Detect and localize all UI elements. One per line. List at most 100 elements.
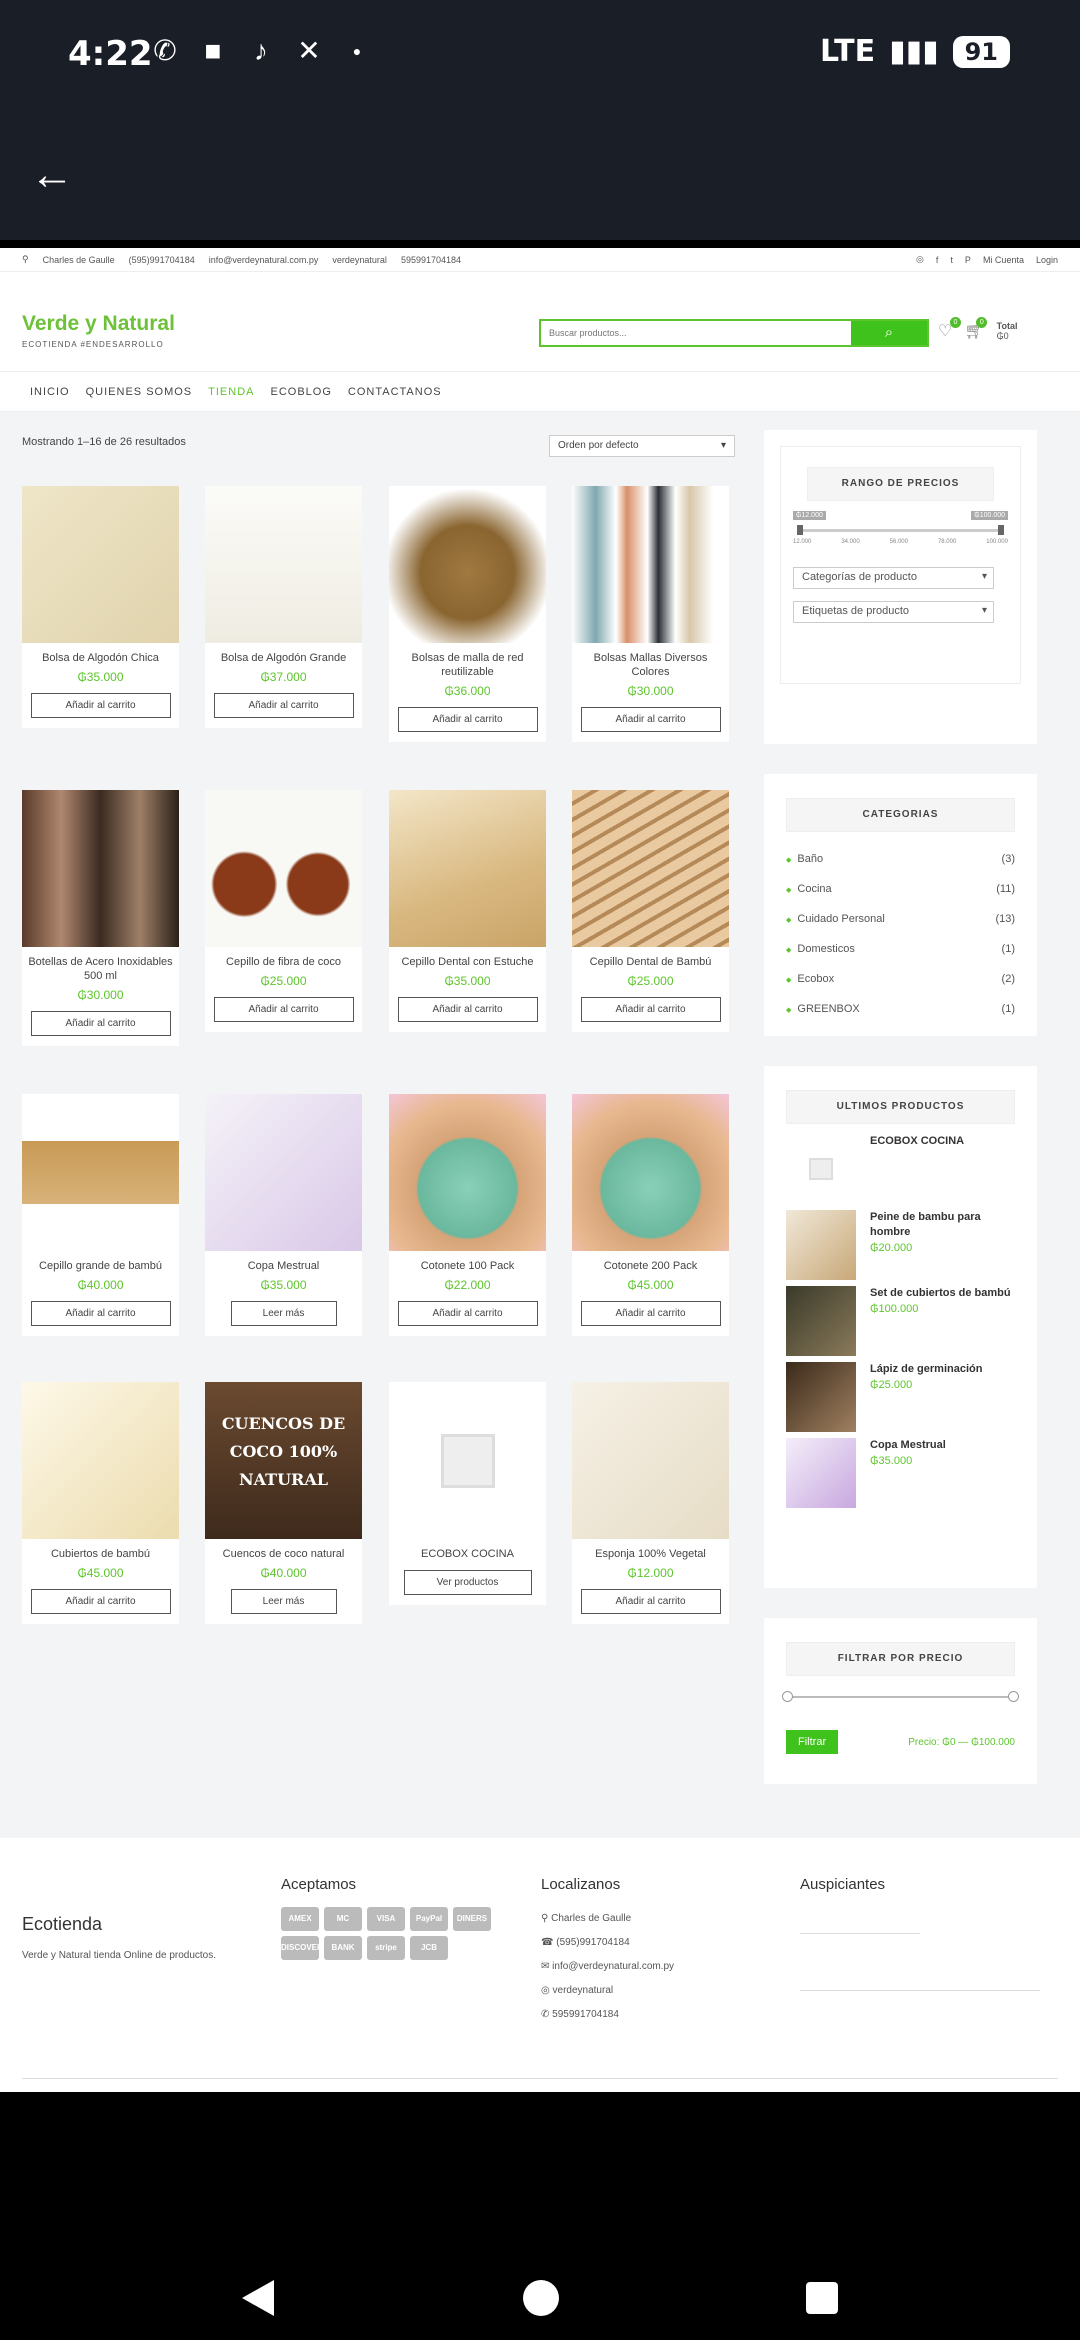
product-image[interactable] [205, 790, 362, 947]
category-item[interactable]: ◆ GREENBOX (1) [786, 994, 1015, 1024]
top-email[interactable]: info@verdeynatural.com.py [209, 255, 319, 265]
tag-select[interactable]: Etiquetas de producto [793, 601, 994, 623]
product-image[interactable] [22, 1382, 179, 1539]
product-image[interactable]: CUENCOS DE COCO 100% NATURAL [205, 1382, 362, 1539]
product-card[interactable]: Copa Mestrual ₲35.000 Leer más [205, 1094, 362, 1336]
add-to-cart-button[interactable]: Añadir al carrito [397, 997, 538, 1022]
latest-product-thumb[interactable] [786, 1438, 856, 1508]
product-name[interactable]: Cepillo Dental con Estuche [389, 955, 546, 969]
product-card[interactable]: ECOBOX COCINA Ver productos [389, 1382, 546, 1605]
product-name[interactable]: Bolsa de Algodón Grande [205, 651, 362, 665]
add-to-cart-button[interactable]: Añadir al carrito [30, 693, 171, 718]
product-image[interactable] [389, 1094, 546, 1251]
product-card[interactable]: Bolsas de malla de red reutilizable ₲36.0… [389, 486, 546, 742]
add-to-cart-button[interactable]: Añadir al carrito [213, 693, 354, 718]
latest-product-name[interactable]: Lápiz de germinación [870, 1362, 982, 1377]
pinterest-icon[interactable]: P [965, 255, 971, 265]
category-item[interactable]: ◆ Cuidado Personal (13) [786, 904, 1015, 934]
product-card[interactable]: Cotonete 200 Pack ₲45.000 Añadir al carrit… [572, 1094, 729, 1336]
add-to-cart-button[interactable]: Añadir al carrito [30, 1589, 171, 1614]
product-image[interactable] [572, 1382, 729, 1539]
add-to-cart-button[interactable]: Leer más [230, 1301, 337, 1326]
product-card[interactable]: Cepillo Dental de Bambú ₲25.000 Añadir al … [572, 790, 729, 1032]
latest-product-item[interactable]: Lápiz de germinación ₲25.000 [786, 1362, 1015, 1438]
product-image[interactable] [22, 790, 179, 947]
range-handle-min[interactable] [797, 525, 803, 535]
product-name[interactable]: Cubiertos de bambú [22, 1547, 179, 1561]
site-logo[interactable]: Verde y Natural [22, 312, 175, 336]
nav-ecoblog[interactable]: ECOBLOG [271, 386, 332, 398]
product-card[interactable]: Bolsas Mallas Diversos Colores ₲30.000 Aña… [572, 486, 729, 742]
product-image[interactable] [572, 1094, 729, 1251]
back-triangle-icon[interactable] [238, 2278, 278, 2318]
product-image[interactable] [205, 486, 362, 643]
latest-product-thumb[interactable] [786, 1362, 856, 1432]
category-item[interactable]: ◆ Ecobox (2) [786, 964, 1015, 994]
add-to-cart-button[interactable]: Añadir al carrito [580, 997, 721, 1022]
latest-product-item[interactable]: ECOBOX COCINA [786, 1134, 1015, 1210]
wishlist-icon[interactable]: ♡ 0 [938, 317, 961, 341]
product-name[interactable]: Bolsa de Algodón Chica [22, 651, 179, 665]
latest-product-item[interactable]: Copa Mestrual ₲35.000 [786, 1438, 1015, 1514]
top-social[interactable]: verdeynatural [332, 255, 387, 265]
product-card[interactable]: Cepillo Dental con Estuche ₲35.000 Añadir … [389, 790, 546, 1032]
product-name[interactable]: Cuencos de coco natural [205, 1547, 362, 1561]
footer-whatsapp[interactable]: ✆ 595991704184 [541, 2003, 771, 2027]
back-arrow-icon[interactable]: ← [30, 150, 80, 200]
product-name[interactable]: Cotonete 200 Pack [572, 1259, 729, 1273]
product-card[interactable]: Cubiertos de bambú ₲45.000 Añadir al carri… [22, 1382, 179, 1624]
footer-social[interactable]: ◎ verdeynatural [541, 1979, 771, 2003]
add-to-cart-button[interactable]: Leer más [230, 1589, 337, 1614]
range-handle-max[interactable] [998, 525, 1004, 535]
twitter-icon[interactable]: t [950, 255, 953, 265]
orderby-select[interactable]: Orden por defecto ▾ [549, 435, 735, 457]
product-name[interactable]: Cepillo Dental de Bambú [572, 955, 729, 969]
add-to-cart-button[interactable]: Añadir al carrito [580, 1589, 721, 1614]
latest-product-name[interactable]: Peine de bambu para hombre [870, 1210, 1015, 1240]
my-account-link[interactable]: Mi Cuenta [983, 255, 1024, 265]
latest-product-thumb[interactable] [786, 1210, 856, 1280]
cart-icon[interactable]: 🛒︎ 0 [964, 317, 988, 341]
nav-contactanos[interactable]: CONTACTANOS [348, 386, 442, 398]
product-name[interactable]: Botellas de Acero Inoxidables 500 ml [22, 955, 179, 983]
latest-product-name[interactable]: Copa Mestrual [870, 1438, 946, 1453]
product-card[interactable]: CUENCOS DE COCO 100% NATURAL Cuencos de c… [205, 1382, 362, 1624]
top-whatsapp[interactable]: 595991704184 [401, 255, 461, 265]
product-card[interactable]: Cepillo de fibra de coco ₲25.000 Añadir al… [205, 790, 362, 1032]
product-card[interactable]: Botellas de Acero Inoxidables 500 ml ₲30.… [22, 790, 179, 1046]
product-image[interactable] [389, 486, 546, 643]
search-button[interactable]: ⌕ [851, 321, 927, 345]
product-name[interactable]: ECOBOX COCINA [389, 1547, 546, 1561]
instagram-icon[interactable]: ◎ [916, 254, 924, 265]
nav-tienda[interactable]: TIENDA [208, 386, 254, 398]
product-image[interactable] [389, 790, 546, 947]
filter-track[interactable] [786, 1696, 1015, 1698]
home-circle-icon[interactable] [521, 2278, 561, 2318]
add-to-cart-button[interactable]: Añadir al carrito [580, 1301, 721, 1326]
product-name[interactable]: Cotonete 100 Pack [389, 1259, 546, 1273]
product-name[interactable]: Cepillo de fibra de coco [205, 955, 362, 969]
latest-product-name[interactable]: Set de cubiertos de bambú [870, 1286, 1011, 1301]
footer-phone[interactable]: ☎ (595)991704184 [541, 1931, 771, 1955]
filter-handle-min[interactable] [782, 1691, 793, 1702]
product-image[interactable] [22, 486, 179, 643]
product-name[interactable]: Bolsas Mallas Diversos Colores [572, 651, 729, 679]
login-link[interactable]: Login [1036, 255, 1058, 265]
product-card[interactable]: Bolsa de Algodón Grande ₲37.000 Añadir al … [205, 486, 362, 728]
category-item[interactable]: ◆ Baño (3) [786, 844, 1015, 874]
recents-square-icon[interactable] [804, 2280, 840, 2316]
product-card[interactable]: Cotonete 100 Pack ₲22.000 Añadir al carrit… [389, 1094, 546, 1336]
latest-product-item[interactable]: Set de cubiertos de bambú ₲100.000 [786, 1286, 1015, 1362]
add-to-cart-button[interactable]: Añadir al carrito [30, 1301, 171, 1326]
category-item[interactable]: ◆ Cocina (11) [786, 874, 1015, 904]
latest-product-thumb[interactable] [786, 1286, 856, 1356]
add-to-cart-button[interactable]: Añadir al carrito [213, 997, 354, 1022]
product-name[interactable]: Copa Mestrual [205, 1259, 362, 1273]
product-card[interactable]: Esponja 100% Vegetal ₲12.000 Añadir al car… [572, 1382, 729, 1624]
add-to-cart-button[interactable]: Añadir al carrito [580, 707, 721, 732]
product-card[interactable]: Cepillo grande de bambú ₲40.000 Añadir al … [22, 1094, 179, 1336]
latest-product-item[interactable]: Peine de bambu para hombre ₲20.000 [786, 1210, 1015, 1286]
add-to-cart-button[interactable]: Añadir al carrito [397, 1301, 538, 1326]
product-name[interactable]: Cepillo grande de bambú [22, 1259, 179, 1273]
nav-quienes-somos[interactable]: QUIENES SOMOS [86, 386, 193, 398]
